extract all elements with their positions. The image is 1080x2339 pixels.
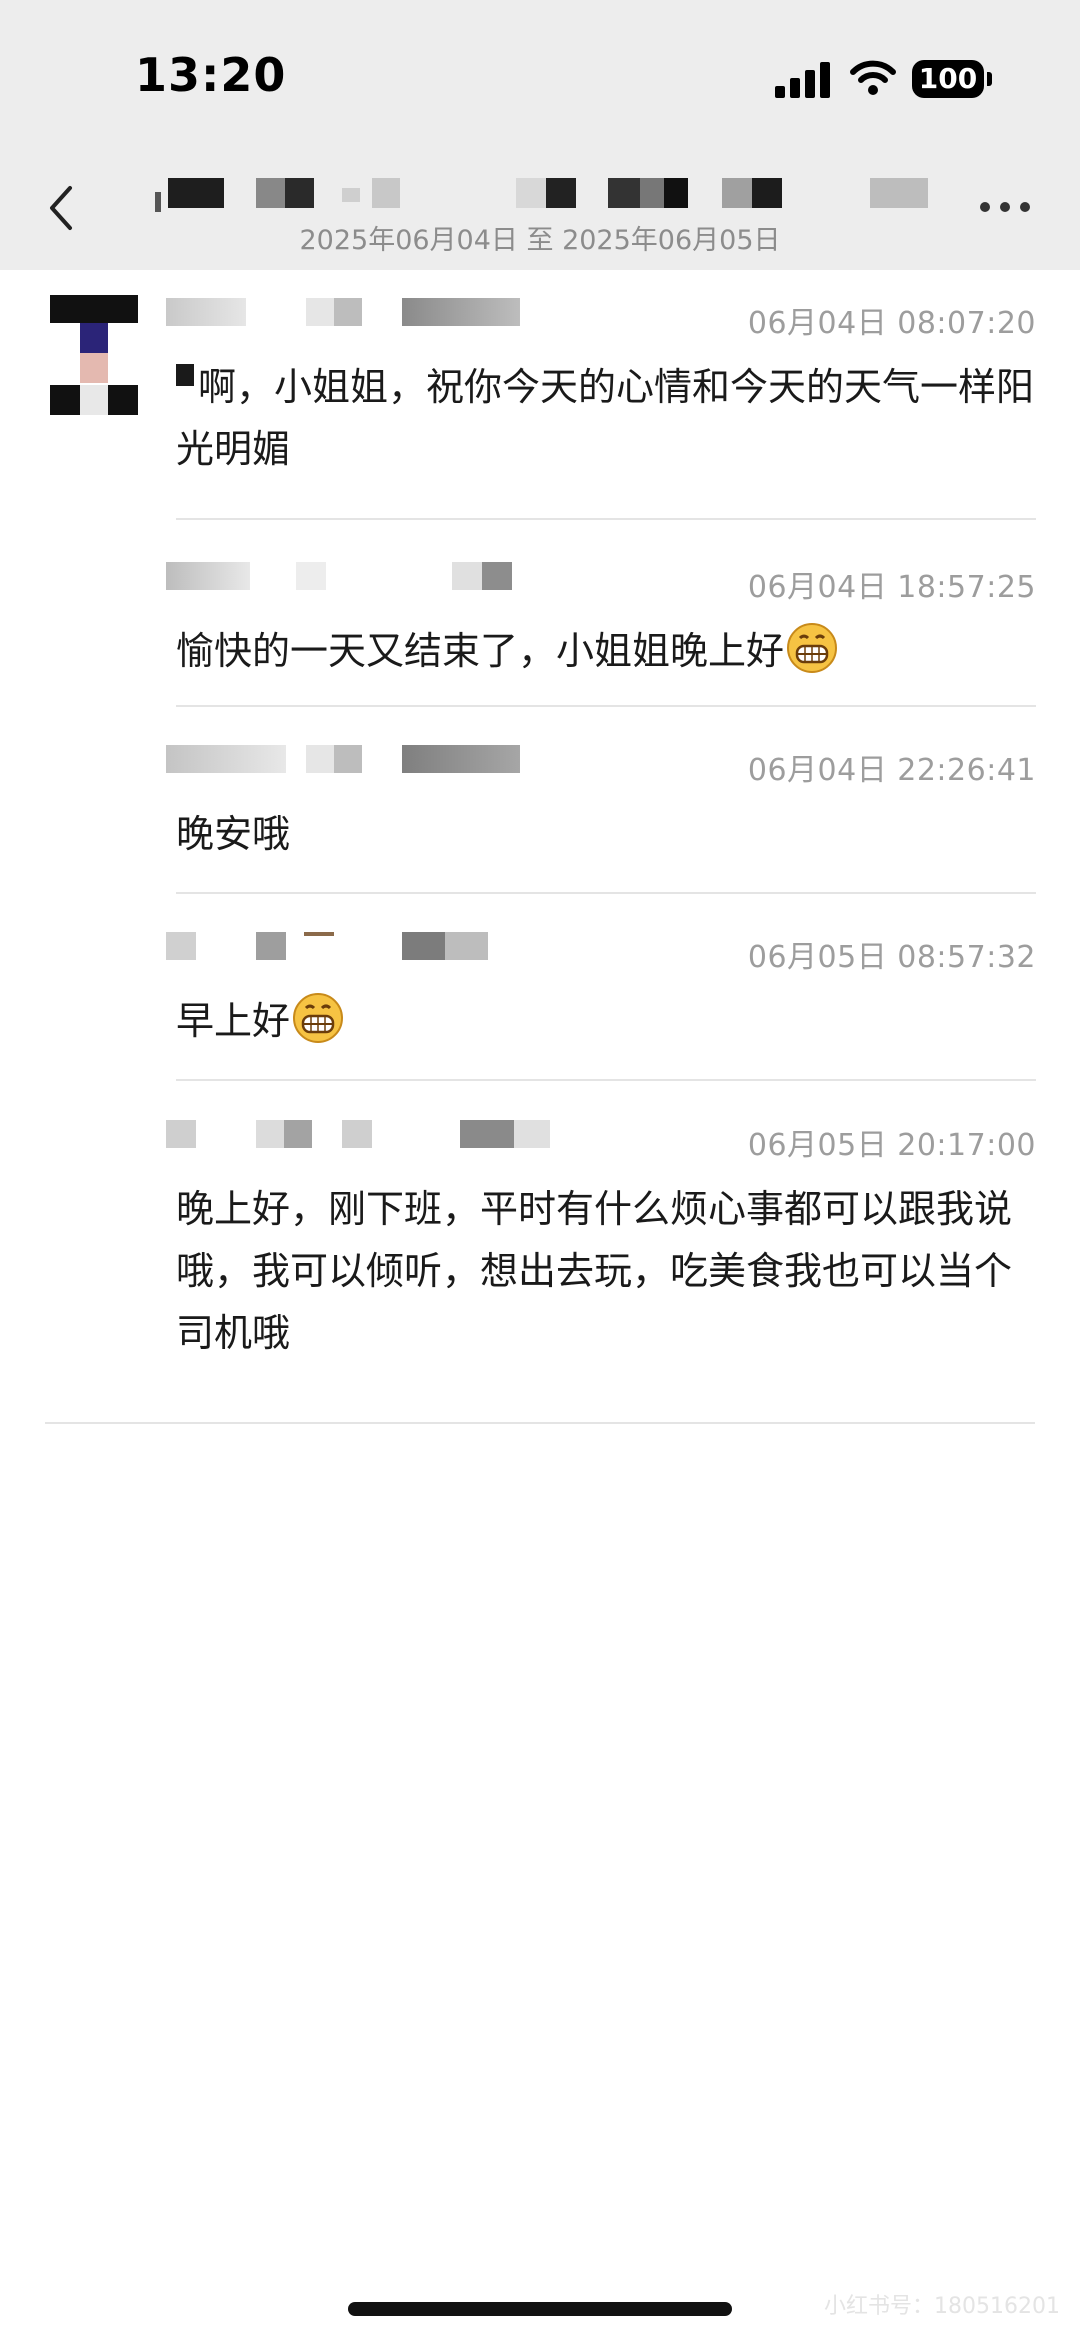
message-timestamp: 06月05日 20:17:00	[747, 1128, 1036, 1163]
end-divider	[45, 1422, 1035, 1424]
wifi-icon	[850, 60, 896, 95]
sender-name-mosaic	[166, 298, 526, 328]
home-indicator[interactable]	[348, 2302, 732, 2316]
message-text-content: 早上好	[176, 999, 291, 1043]
divider	[176, 892, 1036, 894]
message-text: 啊，小姐姐，祝你今天的心情和今天的天气一样阳光明媚	[176, 356, 1036, 480]
status-time: 13:20	[135, 48, 287, 102]
sender-name-mosaic	[166, 562, 526, 592]
message-timestamp: 06月04日 18:57:25	[747, 570, 1036, 605]
watermark: 小红书号：180516201	[824, 2294, 1060, 2319]
message-text-content: 晚安哦	[176, 812, 291, 856]
chat-record[interactable]: 06月04日 22:26:41 晚安哦	[166, 745, 1036, 856]
chat-record[interactable]: 06月05日 08:57:32 早上好	[166, 932, 1036, 1043]
battery-indicator: 100	[912, 60, 992, 98]
top-bar: 13:20 100 2025年06月04日 至 2025年06月05日	[0, 0, 1080, 270]
sender-name-mosaic	[166, 745, 526, 775]
divider	[176, 1079, 1036, 1081]
message-text-content: 愉快的一天又结束了，小姐姐晚上好	[176, 629, 785, 673]
avatar[interactable]	[50, 295, 138, 415]
chat-record[interactable]: 06月04日 08:07:20 啊，小姐姐，祝你今天的心情和今天的天气一样阳光明…	[166, 298, 1036, 480]
chat-record[interactable]: 06月05日 20:17:00 晚上好，刚下班，平时有什么烦心事都可以跟我说哦，…	[166, 1120, 1036, 1360]
grinning-face-icon	[293, 993, 344, 1043]
message-timestamp: 06月05日 08:57:32	[747, 940, 1036, 975]
grinning-face-icon	[787, 623, 838, 673]
sender-name-mosaic	[166, 932, 526, 962]
date-range-subtitle: 2025年06月04日 至 2025年06月05日	[299, 225, 781, 256]
message-timestamp: 06月04日 22:26:41	[747, 753, 1036, 788]
redacted-mosaic	[176, 364, 194, 386]
message-text: 早上好	[176, 990, 1036, 1052]
message-text: 晚上好，刚下班，平时有什么烦心事都可以跟我说哦，我可以倾听，想出去玩，吃美食我也…	[176, 1178, 1036, 1364]
message-text: 愉快的一天又结束了，小姐姐晚上好	[176, 620, 1036, 682]
title-mosaic	[0, 178, 1080, 212]
message-text-content: 晚上好，刚下班，平时有什么烦心事都可以跟我说哦，我可以倾听，想出去玩，吃美食我也…	[176, 1187, 1013, 1355]
divider	[176, 705, 1036, 707]
message-text-content: 啊，小姐姐，祝你今天的心情和今天的天气一样阳光明媚	[176, 365, 1035, 471]
cellular-signal-icon	[775, 62, 831, 98]
more-options-icon[interactable]	[978, 198, 1034, 218]
divider	[176, 518, 1036, 520]
message-text: 晚安哦	[176, 803, 1036, 865]
chat-record[interactable]: 06月04日 18:57:25 愉快的一天又结束了，小姐姐晚上好	[166, 562, 1036, 673]
message-timestamp: 06月04日 08:07:20	[747, 306, 1036, 341]
sender-name-mosaic	[166, 1120, 556, 1150]
